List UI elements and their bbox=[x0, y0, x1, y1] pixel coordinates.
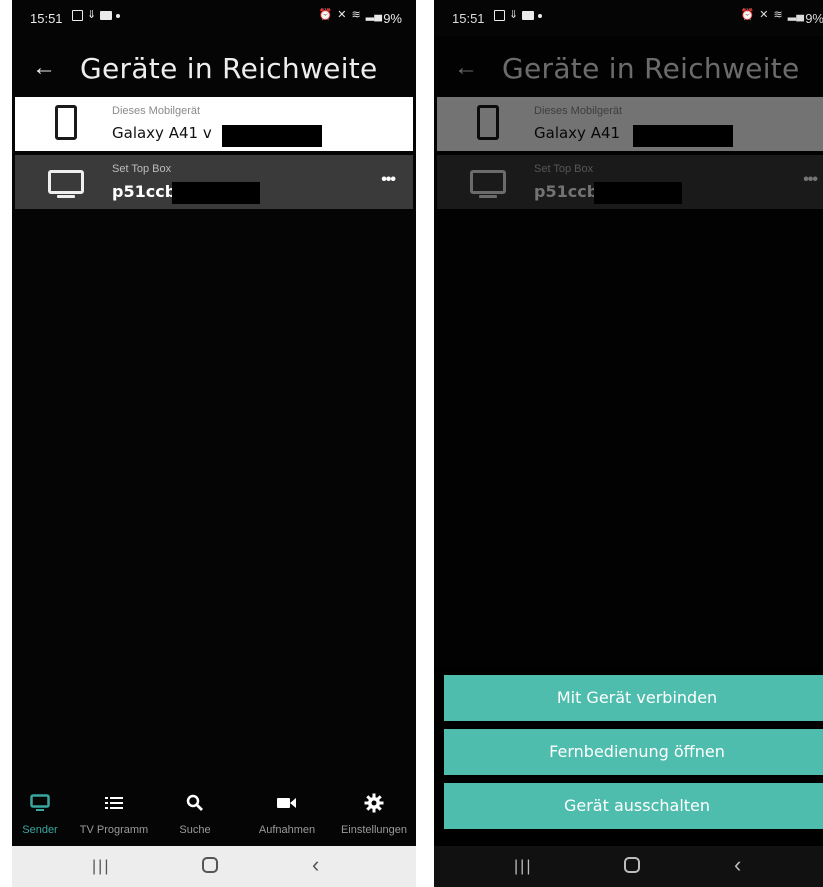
device-type-label: Set Top Box bbox=[112, 163, 172, 175]
device-name: Galaxy A41 bbox=[534, 124, 621, 142]
back-chevron-icon[interactable]: ‹ bbox=[734, 854, 741, 876]
nav-item-aufnahmen[interactable]: Aufnahmen bbox=[247, 790, 327, 836]
status-time: 15:51 bbox=[30, 11, 63, 26]
mute-icon: ✕ bbox=[337, 9, 347, 21]
nav-item-einstellungen[interactable]: Einstellungen bbox=[334, 790, 414, 836]
recent-apps-icon[interactable]: ||| bbox=[92, 856, 110, 878]
status-bar: 15:51 ⇓ ⏰ ✕ ≋ ▂▄ 9% bbox=[434, 0, 823, 36]
turn-off-device-button[interactable]: Gerät ausschalten bbox=[444, 783, 823, 829]
wifi-icon: ≋ bbox=[773, 9, 783, 21]
redaction-bar bbox=[633, 125, 733, 147]
redaction-bar bbox=[222, 125, 322, 147]
device-type-label: Set Top Box bbox=[534, 163, 594, 175]
nav-label: Sender bbox=[22, 824, 58, 836]
system-navigation-bar: ||| ‹ bbox=[12, 846, 416, 887]
alarm-icon: ⏰ bbox=[318, 9, 333, 21]
redaction-bar bbox=[594, 182, 682, 204]
device-row-mobile[interactable]: Dieses Mobilgerät Galaxy A41 v bbox=[15, 97, 413, 151]
signal-icon: ▂▄ bbox=[365, 9, 382, 21]
more-notifications-icon bbox=[538, 13, 543, 18]
connect-device-button[interactable]: Mit Gerät verbinden bbox=[444, 675, 823, 721]
battery-level: 9% bbox=[383, 11, 402, 26]
device-row-set-top-box[interactable]: Set Top Box p51ccb ••• bbox=[15, 155, 413, 209]
list-icon bbox=[74, 790, 154, 816]
nav-item-tv-programm[interactable]: TV Programm bbox=[74, 790, 154, 836]
open-remote-button[interactable]: Fernbedienung öffnen bbox=[444, 729, 823, 775]
smartphone-icon bbox=[467, 105, 513, 143]
device-type-label: Dieses Mobilgerät bbox=[112, 105, 201, 117]
device-row-set-top-box[interactable]: Set Top Box p51ccb ••• bbox=[437, 155, 823, 209]
folder-icon bbox=[100, 11, 113, 20]
app-bar: ← Geräte in Reichweite bbox=[12, 48, 416, 92]
nav-label: Einstellungen bbox=[340, 824, 408, 836]
device-type-label: Dieses Mobilgerät bbox=[534, 105, 623, 117]
more-options-icon[interactable]: ••• bbox=[381, 171, 396, 189]
system-icons: ⏰ ✕ ≋ ▂▄ bbox=[319, 10, 382, 21]
app-bar: ← Geräte in Reichweite bbox=[434, 48, 823, 92]
tv-icon bbox=[12, 790, 80, 816]
alarm-icon: ⏰ bbox=[740, 9, 755, 21]
gear-icon bbox=[334, 790, 414, 816]
home-icon[interactable] bbox=[202, 857, 218, 873]
recent-apps-icon[interactable]: ||| bbox=[514, 856, 532, 878]
video-camera-icon bbox=[247, 790, 327, 816]
status-bar: 15:51 ⇓ ⏰ ✕ ≋ ▂▄ 9% bbox=[12, 0, 416, 36]
screen-device-list: 15:51 ⇓ ⏰ ✕ ≋ ▂▄ 9% ← Geräte in Reichwei… bbox=[12, 0, 416, 887]
nav-item-sender[interactable]: Sender bbox=[12, 790, 80, 836]
action-sheet: Mit Gerät verbinden Fernbedienung öffnen… bbox=[434, 667, 823, 846]
system-navigation-bar: ||| ‹ bbox=[434, 846, 823, 887]
signal-icon: ▂▄ bbox=[787, 9, 804, 21]
page-title: Geräte in Reichweite bbox=[80, 52, 378, 85]
notification-icons: ⇓ bbox=[72, 9, 121, 21]
bottom-navigation: Sender TV Programm Suche Aufnahmen Einst… bbox=[12, 790, 416, 846]
more-notifications-icon bbox=[116, 13, 121, 18]
search-icon bbox=[155, 790, 235, 816]
page-title: Geräte in Reichweite bbox=[502, 52, 800, 85]
back-chevron-icon[interactable]: ‹ bbox=[312, 854, 319, 876]
device-name: Galaxy A41 v bbox=[112, 124, 212, 142]
download-icon: ⇓ bbox=[87, 9, 97, 21]
smartphone-icon bbox=[45, 105, 91, 143]
nav-item-suche[interactable]: Suche bbox=[155, 790, 235, 836]
battery-level: 9% bbox=[805, 11, 823, 26]
status-time: 15:51 bbox=[452, 11, 485, 26]
screen-device-actions: 15:51 ⇓ ⏰ ✕ ≋ ▂▄ 9% ← Geräte in Reichwei… bbox=[434, 0, 823, 887]
nav-label: Suche bbox=[179, 824, 211, 836]
nav-label: Aufnahmen bbox=[258, 824, 316, 836]
device-name: p51ccb bbox=[112, 182, 177, 201]
download-icon: ⇓ bbox=[509, 9, 519, 21]
gallery-icon bbox=[72, 10, 83, 21]
notification-icons: ⇓ bbox=[494, 9, 543, 21]
home-icon[interactable] bbox=[624, 857, 640, 873]
tv-icon bbox=[467, 163, 513, 201]
device-name: p51ccb bbox=[534, 182, 599, 201]
gallery-icon bbox=[494, 10, 505, 21]
system-icons: ⏰ ✕ ≋ ▂▄ bbox=[741, 10, 804, 21]
back-arrow-icon[interactable]: ← bbox=[30, 54, 58, 82]
nav-label: TV Programm bbox=[79, 824, 149, 836]
folder-icon bbox=[522, 11, 535, 20]
tv-icon bbox=[45, 163, 91, 201]
redaction-bar bbox=[172, 182, 260, 204]
more-options-icon[interactable]: ••• bbox=[803, 171, 818, 189]
back-arrow-icon[interactable]: ← bbox=[452, 54, 480, 82]
wifi-icon: ≋ bbox=[351, 9, 361, 21]
mute-icon: ✕ bbox=[759, 9, 769, 21]
device-row-mobile[interactable]: Dieses Mobilgerät Galaxy A41 bbox=[437, 97, 823, 151]
